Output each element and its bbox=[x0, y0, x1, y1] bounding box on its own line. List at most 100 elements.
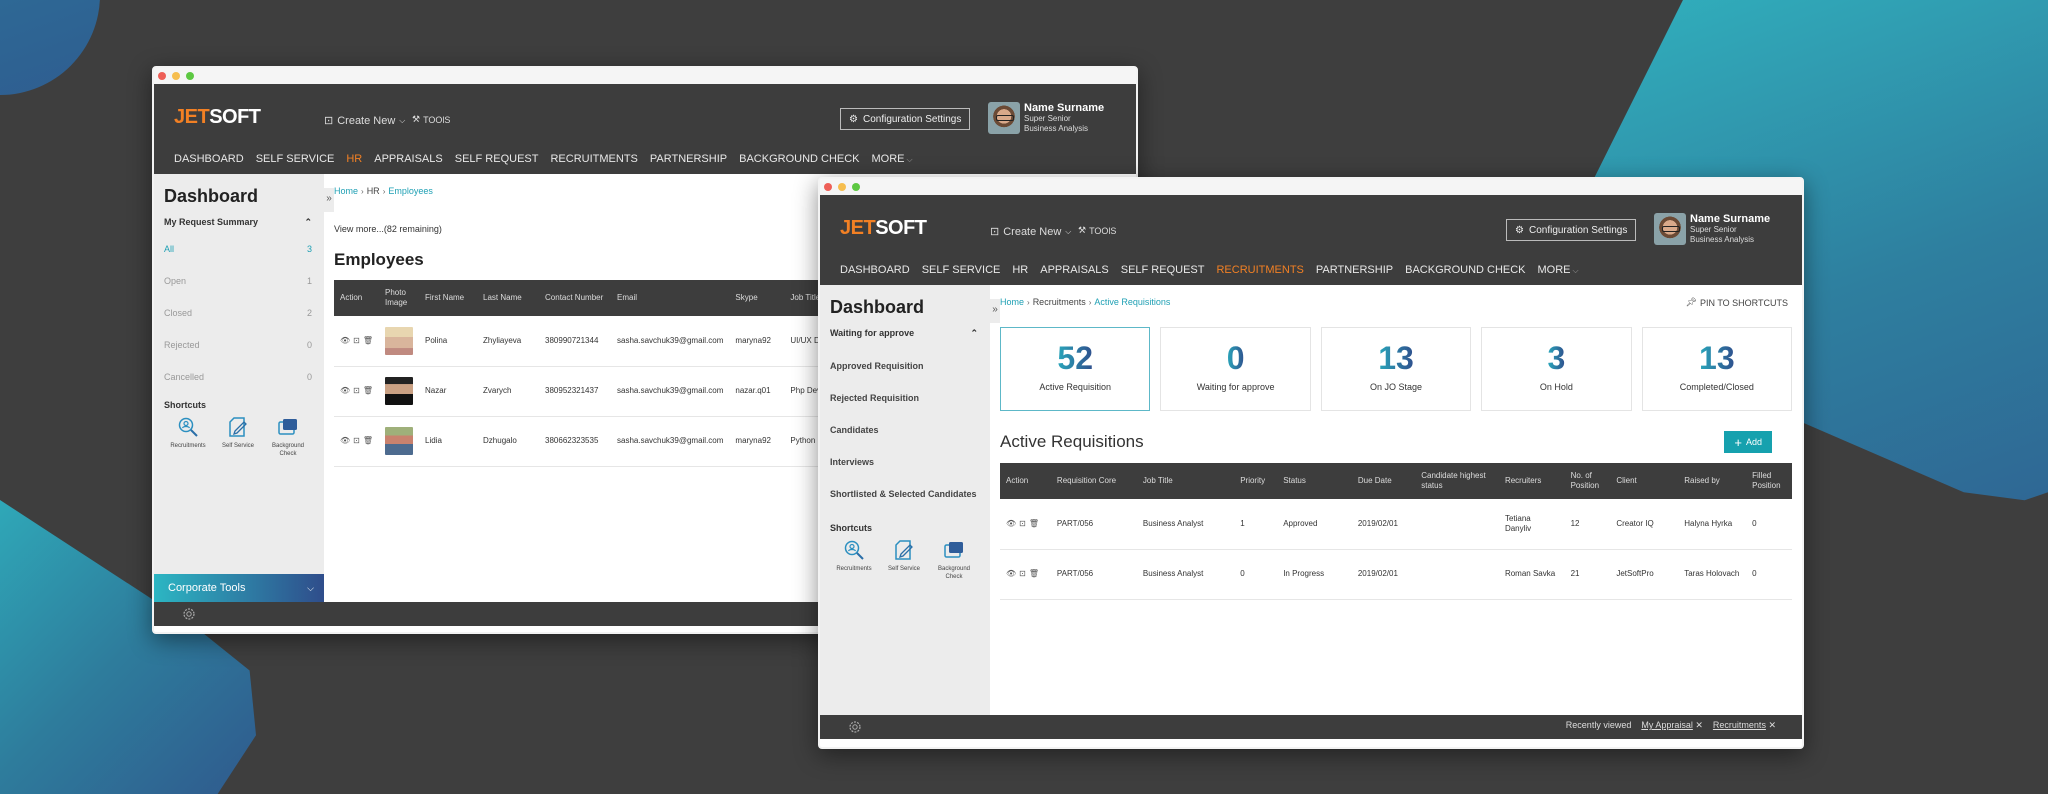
edit-icon[interactable]: ⊡ bbox=[353, 436, 360, 446]
breadcrumb-hr[interactable]: HR bbox=[367, 186, 380, 196]
breadcrumb-home[interactable]: Home bbox=[334, 186, 358, 196]
stat-card-on-hold[interactable]: 3 On Hold bbox=[1481, 327, 1632, 411]
view-icon[interactable]: 👁︎ bbox=[340, 436, 350, 446]
sidebar-link-candidates[interactable]: Candidates bbox=[830, 425, 978, 457]
recent-tag-my-appraisal[interactable]: My Appraisal ✕ bbox=[1641, 720, 1703, 731]
configuration-settings-button[interactable]: ⚙ Configuration Settings bbox=[840, 108, 971, 130]
col-first-name[interactable]: First Name bbox=[419, 280, 478, 316]
col-raised-by[interactable]: Raised by bbox=[1678, 463, 1747, 499]
user-profile[interactable]: Name Surname Super Senior Business Analy… bbox=[1654, 213, 1770, 245]
stat-card-completed[interactable]: 13 Completed/Closed bbox=[1641, 327, 1793, 411]
edit-icon[interactable]: ⊡ bbox=[1019, 519, 1026, 529]
trash-icon[interactable]: 🗑︎ bbox=[1029, 519, 1039, 529]
col-job-title[interactable]: Job Title bbox=[1136, 463, 1235, 499]
col-action[interactable]: Action bbox=[334, 280, 380, 316]
user-profile[interactable]: Name Surname Super Senior Business Analy… bbox=[988, 102, 1104, 134]
gear-icon[interactable] bbox=[182, 607, 196, 621]
breadcrumb-employees[interactable]: Employees bbox=[388, 186, 433, 196]
view-icon[interactable]: 👁︎ bbox=[1006, 519, 1016, 529]
col-action[interactable]: Action bbox=[1000, 463, 1051, 499]
breadcrumb-home[interactable]: Home bbox=[1000, 297, 1024, 307]
edit-icon[interactable]: ⊡ bbox=[353, 336, 360, 346]
nav-partnership[interactable]: PARTNERSHIP bbox=[650, 153, 727, 165]
nav-more[interactable]: MORE ⌵ bbox=[872, 153, 913, 165]
col-client[interactable]: Client bbox=[1610, 463, 1679, 499]
sidebar-link-interviews[interactable]: Interviews bbox=[830, 457, 978, 489]
minimize-window-button[interactable] bbox=[172, 72, 180, 80]
trash-icon[interactable]: 🗑︎ bbox=[363, 436, 373, 446]
requisition-row[interactable]: 👁︎ ⊡ 🗑︎ PART/056 Business Analyst 0 In Progres… bbox=[1000, 549, 1792, 600]
summary-item-closed[interactable]: Closed 2 bbox=[164, 308, 312, 340]
close-window-button[interactable] bbox=[158, 72, 166, 80]
tools-menu[interactable]: ⚒ TOOlS bbox=[1078, 225, 1116, 236]
summary-item-open[interactable]: Open 1 bbox=[164, 276, 312, 308]
trash-icon[interactable]: 🗑︎ bbox=[1029, 569, 1039, 579]
col-priority[interactable]: Priority bbox=[1234, 463, 1278, 499]
view-icon[interactable]: 👁︎ bbox=[340, 386, 350, 396]
trash-icon[interactable]: 🗑︎ bbox=[363, 336, 373, 346]
nav-self-service[interactable]: SELF SERVICE bbox=[256, 153, 335, 165]
breadcrumb-recruitments[interactable]: Recruitments bbox=[1033, 297, 1086, 307]
shortcut-self-service[interactable]: Self Service bbox=[880, 539, 928, 581]
request-summary-toggle[interactable]: My Request Summary ⌃ bbox=[164, 217, 312, 228]
nav-dashboard[interactable]: DASHBOARD bbox=[174, 153, 244, 165]
sidebar-link-shortlisted[interactable]: Shortlisted & Selected Candidates bbox=[830, 489, 978, 521]
col-status[interactable]: Status bbox=[1277, 463, 1352, 499]
summary-item-rejected[interactable]: Rejected 0 bbox=[164, 340, 312, 372]
stat-card-jo-stage[interactable]: 13 On JO Stage bbox=[1320, 327, 1472, 411]
create-new-menu[interactable]: ⊡ Create New ⌵ bbox=[990, 225, 1071, 239]
close-icon[interactable]: ✕ bbox=[1768, 720, 1776, 730]
col-photo[interactable]: Photo Image bbox=[379, 280, 420, 316]
create-new-menu[interactable]: ⊡ Create New ⌵ bbox=[324, 114, 405, 128]
col-due-date[interactable]: Due Date bbox=[1351, 463, 1416, 499]
close-icon[interactable]: ✕ bbox=[1695, 720, 1703, 730]
nav-recruitments[interactable]: RECRUITMENTS bbox=[550, 153, 637, 165]
col-candidate-highest-status[interactable]: Candidate highest status bbox=[1415, 463, 1499, 499]
pin-to-shortcuts-button[interactable]: 📌︎ PIN TO SHORTCUTS bbox=[1686, 297, 1788, 308]
summary-item-all[interactable]: All 3 bbox=[164, 244, 312, 276]
shortcut-self-service[interactable]: Self Service bbox=[214, 416, 262, 458]
sidebar-link-approved[interactable]: Approved Requisition bbox=[830, 361, 978, 393]
col-last-name[interactable]: Last Name bbox=[477, 280, 540, 316]
nav-self-request[interactable]: SELF REQUEST bbox=[1121, 264, 1205, 276]
nav-recruitments[interactable]: RECRUITMENTS bbox=[1216, 264, 1303, 276]
requisition-row[interactable]: 👁︎ ⊡ 🗑︎ PART/056 Business Analyst 1 Approved 20… bbox=[1000, 499, 1792, 550]
nav-hr[interactable]: HR bbox=[346, 153, 362, 165]
shortcut-background-check[interactable]: Background Check bbox=[264, 416, 312, 458]
nav-partnership[interactable]: PARTNERSHIP bbox=[1316, 264, 1393, 276]
add-button[interactable]: + Add bbox=[1724, 431, 1772, 453]
waiting-for-approve-toggle[interactable]: Waiting for approve ⌃ bbox=[830, 328, 978, 339]
logo[interactable]: JETSOFT bbox=[174, 106, 261, 129]
col-skype[interactable]: Skype bbox=[729, 280, 785, 316]
trash-icon[interactable]: 🗑︎ bbox=[363, 386, 373, 396]
col-no-of-position[interactable]: No. of Position bbox=[1564, 463, 1611, 499]
summary-item-cancelled[interactable]: Cancelled 0 bbox=[164, 372, 312, 398]
shortcut-background-check[interactable]: Background Check bbox=[930, 539, 978, 581]
recent-tag-recruitments[interactable]: Recruitments ✕ bbox=[1713, 720, 1776, 731]
gear-icon[interactable] bbox=[848, 720, 862, 734]
close-window-button[interactable] bbox=[824, 183, 832, 191]
col-filled-position[interactable]: Filled Position bbox=[1746, 463, 1792, 499]
col-recruiters[interactable]: Recruiters bbox=[1498, 463, 1565, 499]
minimize-window-button[interactable] bbox=[838, 183, 846, 191]
stat-card-active[interactable]: 52 Active Requisition bbox=[1000, 327, 1151, 411]
view-icon[interactable]: 👁︎ bbox=[1006, 569, 1016, 579]
maximize-window-button[interactable] bbox=[186, 72, 194, 80]
col-requisition-core[interactable]: Requisition Core bbox=[1050, 463, 1137, 499]
shortcut-recruitments[interactable]: Recruitments bbox=[164, 416, 212, 458]
col-email[interactable]: Email bbox=[611, 280, 730, 316]
nav-self-service[interactable]: SELF SERVICE bbox=[922, 264, 1001, 276]
edit-icon[interactable]: ⊡ bbox=[1019, 569, 1026, 579]
col-contact[interactable]: Contact Number bbox=[539, 280, 612, 316]
view-icon[interactable]: 👁︎ bbox=[340, 336, 350, 346]
nav-more[interactable]: MORE ⌵ bbox=[1538, 264, 1579, 276]
maximize-window-button[interactable] bbox=[852, 183, 860, 191]
tools-menu[interactable]: ⚒ TOOlS bbox=[412, 114, 450, 125]
nav-background-check[interactable]: BACKGROUND CHECK bbox=[1405, 264, 1525, 276]
nav-appraisals[interactable]: APPRAISALS bbox=[1040, 264, 1108, 276]
sidebar-link-rejected[interactable]: Rejected Requisition bbox=[830, 393, 978, 425]
breadcrumb-active-requisitions[interactable]: Active Requisitions bbox=[1094, 297, 1170, 307]
nav-background-check[interactable]: BACKGROUND CHECK bbox=[739, 153, 859, 165]
shortcut-recruitments[interactable]: Recruitments bbox=[830, 539, 878, 581]
stat-card-waiting[interactable]: 0 Waiting for approve bbox=[1160, 327, 1311, 411]
